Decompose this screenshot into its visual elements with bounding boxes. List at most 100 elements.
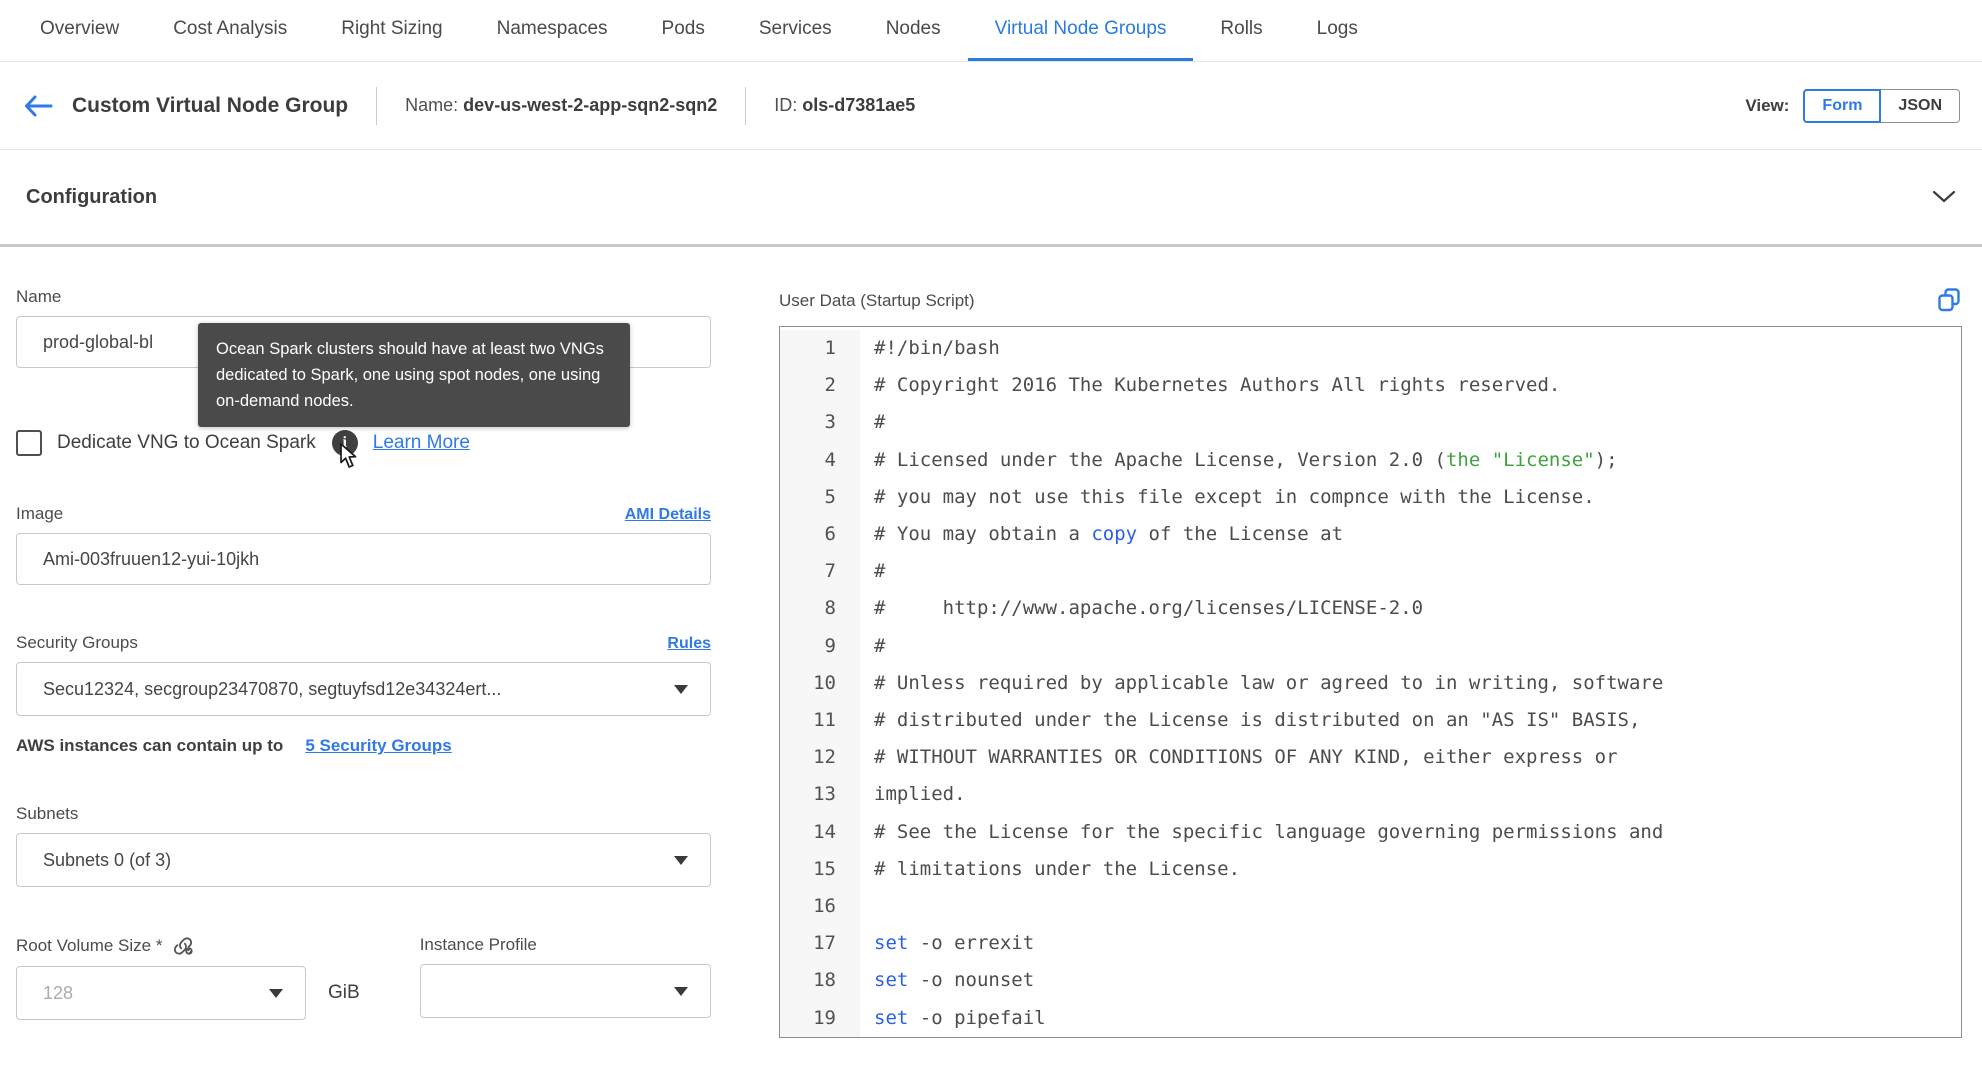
code-line[interactable]: # bbox=[860, 553, 885, 590]
root-volume-dropdown[interactable]: 128 bbox=[16, 966, 306, 1020]
five-security-groups-link[interactable]: 5 Security Groups bbox=[305, 736, 451, 756]
code-row: 10 # Unless required by applicable law or… bbox=[780, 664, 1961, 703]
line-number: 7 bbox=[780, 553, 860, 591]
page-header: Custom Virtual Node Group Name: dev-us-w… bbox=[0, 62, 1982, 150]
copy-icon bbox=[1938, 288, 1960, 312]
security-groups-value: Secu12324, secgroup23470870, segtuyfsd12… bbox=[43, 678, 502, 699]
code-line[interactable]: # bbox=[860, 628, 885, 665]
line-number: 15 bbox=[780, 850, 860, 889]
vng-name: Name: dev-us-west-2-app-sqn2-sqn2 bbox=[405, 95, 717, 116]
code-line[interactable]: #!/bin/bash bbox=[860, 330, 1000, 367]
tab-nodes[interactable]: Nodes bbox=[859, 0, 968, 61]
line-number: 2 bbox=[780, 367, 860, 405]
image-input[interactable] bbox=[16, 533, 711, 585]
code-row: 6 # You may obtain a copy of the License … bbox=[780, 516, 1961, 554]
caret-down-icon bbox=[269, 988, 283, 998]
code-line[interactable]: implied. bbox=[860, 776, 966, 813]
code-row: 18 set -o nounset bbox=[780, 962, 1961, 1000]
mouse-cursor-icon bbox=[339, 443, 357, 468]
vng-name-value: dev-us-west-2-app-sqn2-sqn2 bbox=[463, 95, 718, 115]
line-number: 17 bbox=[780, 925, 860, 963]
line-number: 19 bbox=[780, 999, 860, 1037]
code-line[interactable]: # distributed under the License is distr… bbox=[860, 702, 1640, 739]
divider bbox=[745, 86, 747, 125]
learn-more-link[interactable]: Learn More bbox=[373, 432, 470, 454]
code-line[interactable]: # See the License for the specific langu… bbox=[860, 814, 1663, 851]
code-line[interactable]: # Licensed under the Apache License, Ver… bbox=[860, 442, 1618, 479]
subnets-dropdown[interactable]: Subnets 0 (of 3) bbox=[16, 833, 711, 887]
hint-text: AWS instances can contain up to bbox=[16, 736, 284, 755]
view-label: View: bbox=[1745, 95, 1790, 115]
code-line[interactable]: # Unless required by applicable law or a… bbox=[860, 665, 1663, 702]
dedicate-vng-checkbox[interactable] bbox=[16, 430, 42, 456]
code-line[interactable]: # bbox=[860, 404, 885, 441]
copy-button[interactable] bbox=[1936, 287, 1962, 314]
code-line[interactable]: set -o pipefail bbox=[860, 1000, 1046, 1037]
tab-virtual-node-groups[interactable]: Virtual Node Groups bbox=[967, 0, 1194, 61]
tab-rolls[interactable]: Rolls bbox=[1193, 0, 1289, 61]
caret-down-icon bbox=[674, 986, 688, 996]
root-volume-placeholder: 128 bbox=[43, 982, 74, 1003]
code-row: 12 # WITHOUT WARRANTIES OR CONDITIONS OF … bbox=[780, 739, 1961, 777]
line-number: 3 bbox=[780, 404, 860, 442]
root-volume-label: Root Volume Size * bbox=[16, 936, 163, 955]
tab-services[interactable]: Services bbox=[732, 0, 859, 61]
configuration-section-header[interactable]: Configuration bbox=[0, 150, 1982, 247]
code-line[interactable]: # you may not use this file except in co… bbox=[860, 479, 1595, 516]
subnets-value: Subnets 0 (of 3) bbox=[43, 849, 172, 870]
code-row: 5 # you may not use this file except in c… bbox=[780, 478, 1961, 517]
tab-pods[interactable]: Pods bbox=[635, 0, 732, 61]
section-title: Configuration bbox=[26, 185, 158, 208]
chevron-down-icon[interactable] bbox=[1932, 190, 1956, 204]
line-number: 1 bbox=[780, 330, 860, 368]
caret-down-icon bbox=[674, 855, 688, 865]
main-content: Name Ocean Spark clusters should have at… bbox=[0, 247, 1982, 1038]
bottom-fields-row: Root Volume Size * 128 GiB Instance Prof… bbox=[16, 935, 711, 1020]
code-row: 9 # bbox=[780, 627, 1961, 665]
view-toggle: View: Form JSON bbox=[1745, 88, 1960, 123]
code-line[interactable]: # http://www.apache.org/licenses/LICENSE… bbox=[860, 590, 1423, 627]
back-arrow-icon bbox=[25, 95, 53, 116]
divider bbox=[376, 86, 378, 125]
line-number: 5 bbox=[780, 478, 860, 517]
page-title: Custom Virtual Node Group bbox=[72, 93, 349, 117]
code-line[interactable] bbox=[860, 888, 885, 925]
tab-overview[interactable]: Overview bbox=[13, 0, 146, 61]
info-wrap: i bbox=[331, 430, 358, 468]
subnets-field: Subnets Subnets 0 (of 3) bbox=[16, 804, 711, 887]
code-row: 4 # Licensed under the Apache License, Ve… bbox=[780, 441, 1961, 479]
vng-id: ID: ols-d7381ae5 bbox=[774, 95, 915, 116]
security-groups-dropdown[interactable]: Secu12324, secgroup23470870, segtuyfsd12… bbox=[16, 662, 711, 716]
instance-profile-dropdown[interactable] bbox=[419, 964, 711, 1018]
view-form-button[interactable]: Form bbox=[1803, 88, 1882, 123]
code-line[interactable]: # limitations under the License. bbox=[860, 851, 1240, 888]
code-row: 15 # limitations under the License. bbox=[780, 850, 1961, 889]
code-line[interactable]: # Copyright 2016 The Kubernetes Authors … bbox=[860, 367, 1560, 404]
back-button[interactable] bbox=[22, 93, 54, 119]
tab-logs[interactable]: Logs bbox=[1290, 0, 1385, 61]
tab-bar: Overview Cost Analysis Right Sizing Namespa… bbox=[0, 0, 1982, 62]
code-editor[interactable]: 1 #!/bin/bash 2 # Copyright 2016 The Kubern… bbox=[779, 326, 1962, 1038]
code-line[interactable]: # WITHOUT WARRANTIES OR CONDITIONS OF AN… bbox=[860, 739, 1618, 776]
tab-namespaces[interactable]: Namespaces bbox=[470, 0, 635, 61]
security-groups-label: Security Groups bbox=[16, 633, 138, 652]
dedicate-vng-row: Dedicate VNG to Ocean Spark i Learn More bbox=[16, 430, 711, 468]
rules-link[interactable]: Rules bbox=[667, 635, 711, 653]
tab-cost-analysis[interactable]: Cost Analysis bbox=[146, 0, 314, 61]
code-row: 11 # distributed under the License is dis… bbox=[780, 702, 1961, 740]
view-json-button[interactable]: JSON bbox=[1881, 88, 1960, 123]
ami-details-link[interactable]: AMI Details bbox=[625, 506, 711, 524]
root-volume-field: Root Volume Size * 128 GiB bbox=[16, 935, 360, 1020]
code-row: 7 # bbox=[780, 553, 1961, 591]
code-line[interactable]: set -o nounset bbox=[860, 962, 1034, 999]
code-line[interactable]: # You may obtain a copy of the License a… bbox=[860, 516, 1343, 553]
name-label: Name bbox=[16, 287, 62, 306]
code-line[interactable]: set -o errexit bbox=[860, 925, 1034, 962]
security-groups-hint: AWS instances can contain up to 5 Securi… bbox=[16, 736, 711, 756]
line-number: 8 bbox=[780, 590, 860, 628]
dedicate-vng-label: Dedicate VNG to Ocean Spark bbox=[57, 432, 316, 453]
user-data-label: User Data (Startup Script) bbox=[779, 290, 975, 310]
tab-right-sizing[interactable]: Right Sizing bbox=[314, 0, 469, 61]
ocean-spark-tooltip: Ocean Spark clusters should have at leas… bbox=[198, 323, 630, 428]
instance-profile-label: Instance Profile bbox=[419, 935, 537, 954]
